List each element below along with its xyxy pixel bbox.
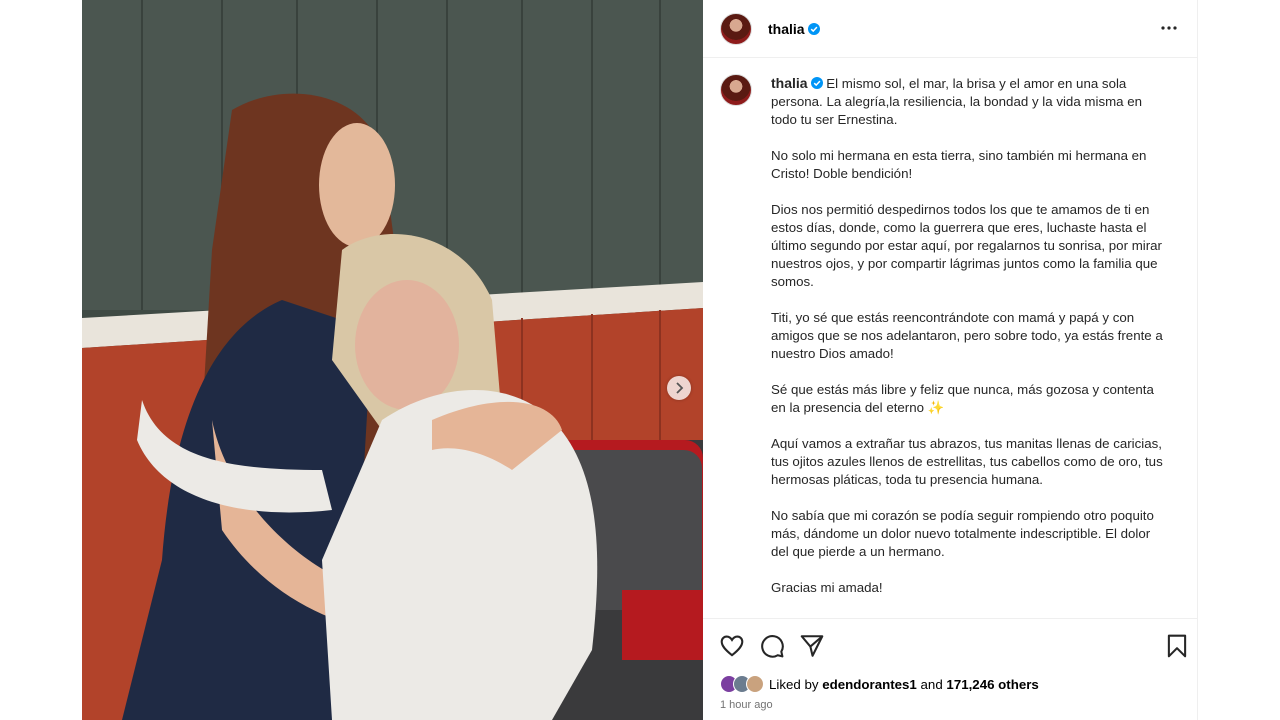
bookmark-icon [1167, 634, 1187, 658]
avatar[interactable] [746, 675, 764, 693]
share-button[interactable] [799, 633, 825, 659]
post-photo [82, 0, 703, 720]
post-header: thalia [703, 0, 1197, 58]
caption-username[interactable]: thalia [771, 75, 823, 91]
caption-paragraph: No solo mi hermana en esta tierra, sino … [771, 148, 1147, 181]
post-timestamp[interactable]: 1 hour ago [720, 699, 773, 711]
share-icon [800, 635, 824, 657]
likes-prefix: Liked by [769, 676, 819, 692]
post-caption: thalia El mismo sol, el mar, la brisa y … [703, 58, 1198, 618]
more-options-button[interactable] [1159, 18, 1179, 38]
verified-badge-icon [807, 22, 820, 35]
comment-button[interactable] [759, 633, 785, 659]
likes-text: Liked by edendorantes1 and 171,246 other… [769, 677, 1039, 692]
instagram-post-view: thalia thalia El mismo sol, el mar, la b… [0, 0, 1280, 720]
post-side-panel: thalia thalia El mismo sol, el mar, la b… [703, 0, 1198, 720]
save-button[interactable] [1164, 633, 1190, 659]
comment-icon [761, 635, 784, 658]
caption-row: thalia El mismo sol, el mar, la brisa y … [720, 74, 1181, 615]
caption-body: thalia El mismo sol, el mar, la brisa y … [771, 74, 1171, 615]
chevron-right-icon [676, 382, 684, 394]
heart-icon [720, 635, 744, 657]
post-author-username[interactable]: thalia [768, 21, 820, 37]
more-options-icon [1161, 26, 1177, 30]
caption-paragraph: thalia El mismo sol, el mar, la brisa y … [771, 75, 1143, 127]
caption-paragraph: Sé que estás más libre y feliz que nunca… [771, 382, 1154, 415]
post-actions: Liked by edendorantes1 and 171,246 other… [703, 618, 1198, 720]
avatar[interactable] [720, 12, 752, 45]
caption-avatar[interactable] [720, 74, 752, 106]
photo-illustration [82, 0, 703, 720]
verified-badge-icon [810, 77, 823, 89]
caption-paragraph: Dios nos permitió despedirnos todos los … [771, 202, 1162, 289]
like-button[interactable] [719, 633, 745, 659]
caption-paragraph: Titi, yo sé que estás reencontrándote co… [771, 310, 1163, 361]
likes-others-link[interactable]: 171,246 others [946, 677, 1038, 692]
likes-summary: Liked by edendorantes1 and 171,246 other… [720, 675, 1039, 693]
caption-paragraph: Gracias mi amada! [771, 580, 883, 595]
liker-username[interactable]: edendorantes1 [822, 677, 917, 692]
next-photo-button[interactable] [667, 376, 691, 400]
likes-joiner: and [920, 676, 943, 692]
caption-paragraph: No sabía que mi corazón se podía seguir … [771, 508, 1154, 559]
caption-paragraph: Aquí vamos a extrañar tus abrazos, tus m… [771, 436, 1163, 487]
